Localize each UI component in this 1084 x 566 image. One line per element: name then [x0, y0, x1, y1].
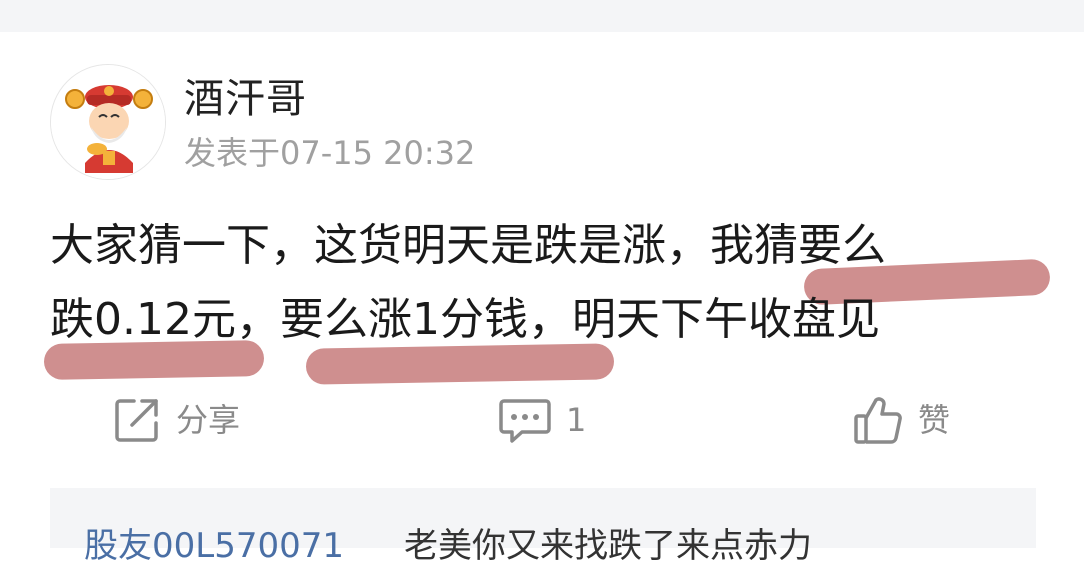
author-name[interactable]: 酒汗哥: [184, 74, 307, 124]
avatar-image: [51, 65, 165, 179]
like-icon: [854, 397, 902, 444]
like-label: 赞: [918, 401, 951, 439]
post-line: 跌0.12元，要么涨1分钱，明天下午收盘见: [50, 294, 880, 345]
share-label: 分享: [176, 401, 241, 439]
author-avatar[interactable]: [50, 64, 166, 180]
reply-content: 老美你又来找跌了来点赤力: [404, 526, 812, 566]
reply-preview[interactable]: 股友00L570071 老美你又来找跌了来点赤力: [50, 488, 1036, 566]
top-strip: [0, 0, 1084, 32]
share-button[interactable]: 分享: [112, 392, 240, 448]
like-button[interactable]: 赞: [852, 392, 950, 448]
comment-count: 1: [566, 401, 587, 439]
post-timestamp: 发表于07-15 20:32: [184, 134, 476, 172]
post-line: 大家猜一下，这货明天是跌是涨，我猜要么: [50, 220, 886, 271]
comment-button[interactable]: 1: [498, 392, 586, 448]
reply-line: 股友00L570071 老美你又来找跌了来点赤力: [84, 526, 812, 566]
share-icon: [115, 399, 158, 442]
reply-username[interactable]: 股友00L570071: [84, 526, 344, 566]
comment-icon: [499, 399, 551, 443]
